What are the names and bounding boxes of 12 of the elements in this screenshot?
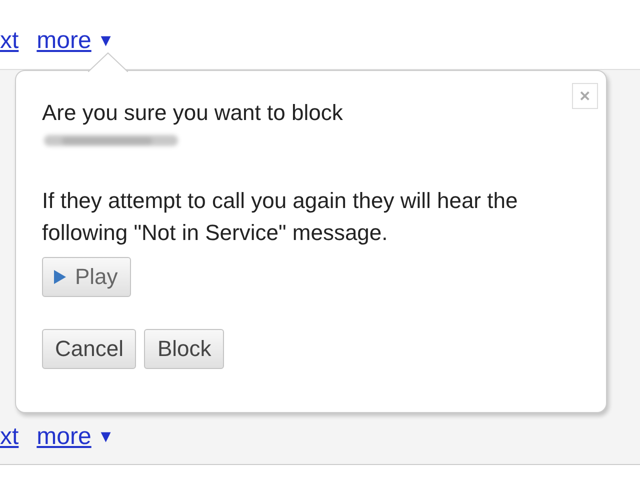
action-link[interactable]: xt xyxy=(0,423,19,451)
action-link[interactable]: more xyxy=(36,26,92,54)
play-button[interactable]: Play xyxy=(42,257,131,297)
play-icon xyxy=(53,269,67,285)
caret-icon[interactable]: ▼ xyxy=(97,30,114,50)
dialog-button[interactable]: Cancel xyxy=(42,329,136,369)
action-link[interactable]: xt xyxy=(0,26,19,54)
question-text: Are you sure you want to block xyxy=(42,99,344,127)
message-text: If they attempt to call you again they will hear the following "Not in Service" message. xyxy=(42,187,519,247)
caret-icon[interactable]: ▼ xyxy=(97,427,114,447)
dialog-button[interactable]: Block xyxy=(144,329,224,369)
action-link[interactable]: more xyxy=(36,423,92,451)
